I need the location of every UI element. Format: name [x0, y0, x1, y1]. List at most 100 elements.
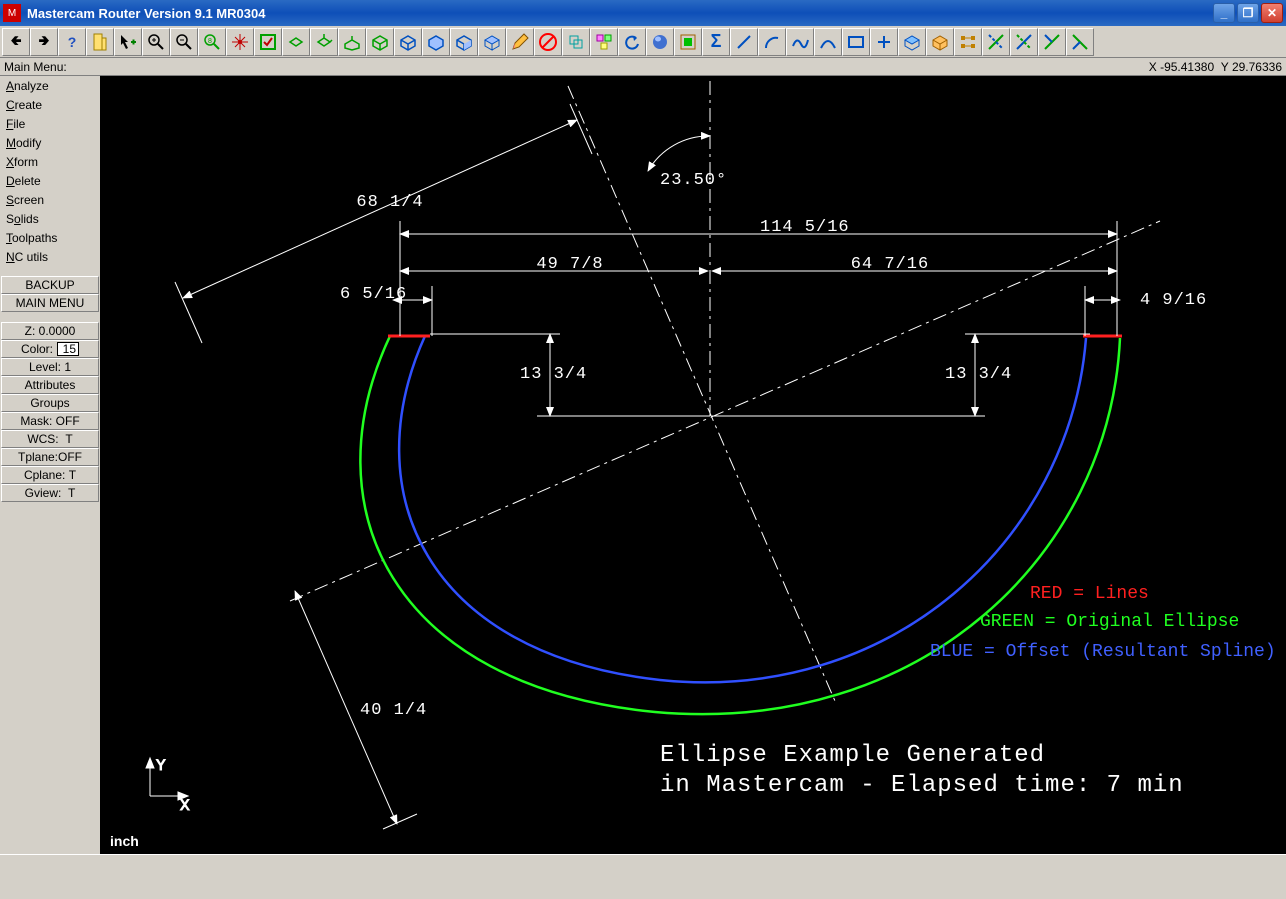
- zoom-cursor-icon[interactable]: [114, 28, 142, 56]
- clipboard-icon[interactable]: [590, 28, 618, 56]
- svg-text:6 5/16: 6 5/16: [340, 285, 407, 304]
- color-status[interactable]: Color:15: [1, 340, 99, 358]
- svg-text:49 7/8: 49 7/8: [536, 255, 603, 274]
- file-button[interactable]: [86, 28, 114, 56]
- legend-green: GREEN = Original Ellipse: [980, 612, 1239, 632]
- dim-114: 114 5/16: [400, 218, 1117, 237]
- toolpath-ops-icon[interactable]: [674, 28, 702, 56]
- undo-arrow-icon[interactable]: [618, 28, 646, 56]
- menu-xform[interactable]: Xform: [0, 152, 100, 171]
- cplane-front-icon[interactable]: [422, 28, 450, 56]
- svg-text:8: 8: [208, 38, 212, 45]
- cplane-top-icon[interactable]: [394, 28, 422, 56]
- gview-top-icon[interactable]: [282, 28, 310, 56]
- curve-tool-icon[interactable]: [814, 28, 842, 56]
- gview-status[interactable]: Gview: T: [1, 484, 99, 502]
- gview-front-icon[interactable]: [310, 28, 338, 56]
- menu-header: Main Menu: X -95.41380 Y 29.76336: [0, 58, 1286, 76]
- note-line-1: Ellipse Example Generated: [660, 742, 1045, 769]
- menu-nc-utils[interactable]: NC utils: [0, 247, 100, 266]
- svg-text:13 3/4: 13 3/4: [945, 365, 1012, 384]
- dim-49-64: 49 7/8 64 7/16: [400, 221, 1117, 336]
- cplane-iso-icon[interactable]: [478, 28, 506, 56]
- menu-solids[interactable]: Solids: [0, 209, 100, 228]
- color-swatch: 15: [57, 342, 79, 356]
- svg-text:68 1/4: 68 1/4: [356, 193, 423, 212]
- attributes-status[interactable]: Attributes: [1, 376, 99, 394]
- ucs-icon: Y X: [146, 757, 190, 815]
- undo-icon[interactable]: [562, 28, 590, 56]
- menu-toolpaths[interactable]: Toolpaths: [0, 228, 100, 247]
- gview-iso-icon[interactable]: [366, 28, 394, 56]
- trim4-icon[interactable]: [1066, 28, 1094, 56]
- coordinate-readout: X -95.41380 Y 29.76336: [1149, 60, 1282, 74]
- point-tool-icon[interactable]: [870, 28, 898, 56]
- repaint-icon[interactable]: [254, 28, 282, 56]
- delete-icon[interactable]: [534, 28, 562, 56]
- arc-tool-icon[interactable]: [758, 28, 786, 56]
- status-bar: [0, 854, 1286, 899]
- sigma-icon[interactable]: Σ: [702, 28, 730, 56]
- svg-text:13 3/4: 13 3/4: [520, 365, 587, 384]
- dim-68-14: 68 1/4: [175, 104, 592, 343]
- cad-drawing: 68 1/4 23.50° 114 5/16 49 7/8 64 7/16: [100, 76, 1286, 854]
- dim-angle: 23.50°: [648, 136, 727, 190]
- z-status[interactable]: Z: 0.0000: [1, 322, 99, 340]
- zoom-out-icon[interactable]: [170, 28, 198, 56]
- trim3-icon[interactable]: [1038, 28, 1066, 56]
- zoom-target-icon[interactable]: 8: [198, 28, 226, 56]
- units-label: inch: [110, 833, 139, 849]
- trim1-icon[interactable]: [982, 28, 1010, 56]
- menu-modify[interactable]: Modify: [0, 133, 100, 152]
- maximize-button[interactable]: ❐: [1237, 3, 1259, 23]
- cplane-status[interactable]: Cplane: T: [1, 466, 99, 484]
- sidebar: Analyze Create File Modify Xform Delete …: [0, 76, 100, 854]
- dim-40-14: 40 1/4: [295, 591, 427, 829]
- mask-status[interactable]: Mask: OFF: [1, 412, 99, 430]
- line-tool-icon[interactable]: [730, 28, 758, 56]
- app-icon: M: [3, 4, 21, 22]
- svg-text:X: X: [180, 797, 190, 815]
- forward-button[interactable]: 🢂: [30, 28, 58, 56]
- backup-button[interactable]: BACKUP: [1, 276, 99, 294]
- cplane-side-icon[interactable]: [450, 28, 478, 56]
- title-bar: M Mastercam Router Version 9.1 MR0304 _ …: [0, 0, 1286, 26]
- rect-tool-icon[interactable]: [842, 28, 870, 56]
- back-button[interactable]: 🢀: [2, 28, 30, 56]
- drawing-canvas[interactable]: 68 1/4 23.50° 114 5/16 49 7/8 64 7/16: [100, 76, 1286, 854]
- level-status[interactable]: Level: 1: [1, 358, 99, 376]
- spline-tool-icon[interactable]: [786, 28, 814, 56]
- tplane-status[interactable]: Tplane:OFF: [1, 448, 99, 466]
- menu-delete[interactable]: Delete: [0, 171, 100, 190]
- fit-icon[interactable]: [226, 28, 254, 56]
- trim2-icon[interactable]: [1010, 28, 1038, 56]
- svg-text:64 7/16: 64 7/16: [851, 255, 929, 274]
- pencil-icon[interactable]: [506, 28, 534, 56]
- wcs-status[interactable]: WCS: T: [1, 430, 99, 448]
- menu-analyze[interactable]: Analyze: [0, 76, 100, 95]
- legend-red: RED = Lines: [1030, 584, 1149, 604]
- help-button[interactable]: ?: [58, 28, 86, 56]
- dim-13-l: 13 3/4: [430, 334, 710, 416]
- groups-status[interactable]: Groups: [1, 394, 99, 412]
- close-button[interactable]: ✕: [1261, 3, 1283, 23]
- main-menu-button[interactable]: MAIN MENU: [1, 294, 99, 312]
- minimize-button[interactable]: _: [1213, 3, 1235, 23]
- shade-icon[interactable]: [646, 28, 674, 56]
- svg-text:4 9/16: 4 9/16: [1140, 291, 1207, 310]
- toolbar: 🢀 🢂 ? 8 Σ: [0, 26, 1286, 58]
- menu-header-label: Main Menu:: [4, 60, 67, 74]
- svg-text:114 5/16: 114 5/16: [760, 218, 850, 237]
- chain-icon[interactable]: [954, 28, 982, 56]
- gview-side-icon[interactable]: [338, 28, 366, 56]
- surface-tool-icon[interactable]: [898, 28, 926, 56]
- dim-4-916: 4 9/16: [1085, 286, 1207, 336]
- menu-file[interactable]: File: [0, 114, 100, 133]
- legend-blue: BLUE = Offset (Resultant Spline): [930, 642, 1276, 662]
- solid-tool-icon[interactable]: [926, 28, 954, 56]
- svg-text:23.50°: 23.50°: [660, 171, 727, 190]
- zoom-in-icon[interactable]: [142, 28, 170, 56]
- svg-text:Y: Y: [156, 757, 166, 775]
- menu-screen[interactable]: Screen: [0, 190, 100, 209]
- menu-create[interactable]: Create: [0, 95, 100, 114]
